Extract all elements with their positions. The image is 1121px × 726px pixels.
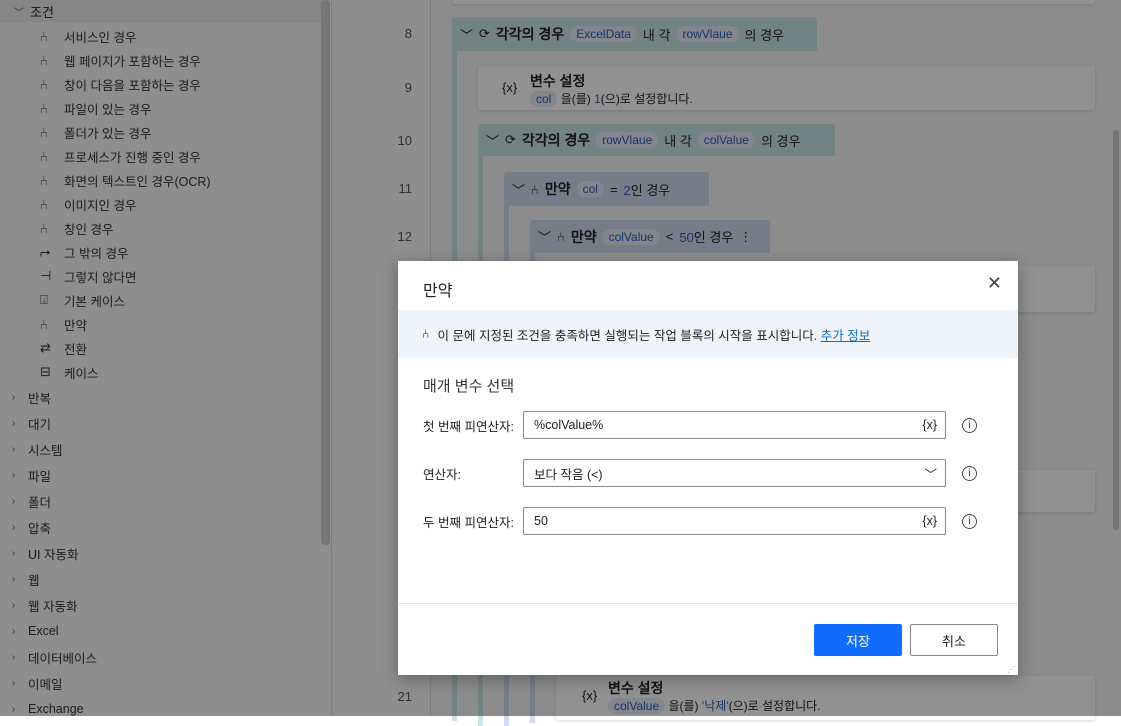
close-icon[interactable]: ✕ (987, 273, 1002, 294)
info-icon[interactable]: i (962, 513, 977, 529)
info-banner: ⑃ 이 문에 지정된 조건을 충족하면 실행되는 작업 블록의 시작을 표시합니… (398, 310, 1018, 358)
more-info-link[interactable]: 추가 정보 (821, 329, 870, 343)
resize-grip-icon[interactable]: ⋰ (1007, 665, 1015, 674)
variable-picker-icon[interactable]: {x} (922, 418, 937, 432)
section-heading: 매개 변수 선택 (423, 378, 515, 395)
operator-select[interactable]: 보다 작음 (<) ﹀ (523, 459, 946, 487)
dialog-title: 만약 (423, 283, 453, 300)
info-icon[interactable]: i (962, 417, 977, 433)
chevron-down-icon: ﹀ (924, 467, 937, 482)
variable-picker-icon[interactable]: {x} (922, 514, 937, 528)
branch-icon: ⑃ (422, 327, 430, 341)
if-dialog: 만약 ✕ ⑃ 이 문에 지정된 조건을 충족하면 실행되는 작업 블록의 시작을… (398, 261, 1018, 675)
info-icon[interactable]: i (962, 465, 977, 481)
cancel-button[interactable]: 취소 (910, 624, 998, 656)
divider (398, 603, 1018, 604)
second-operand-input[interactable]: 50 {x} (523, 507, 946, 535)
save-button[interactable]: 저장 (814, 624, 902, 656)
first-operand-input[interactable]: %colValue% {x} (523, 411, 946, 439)
